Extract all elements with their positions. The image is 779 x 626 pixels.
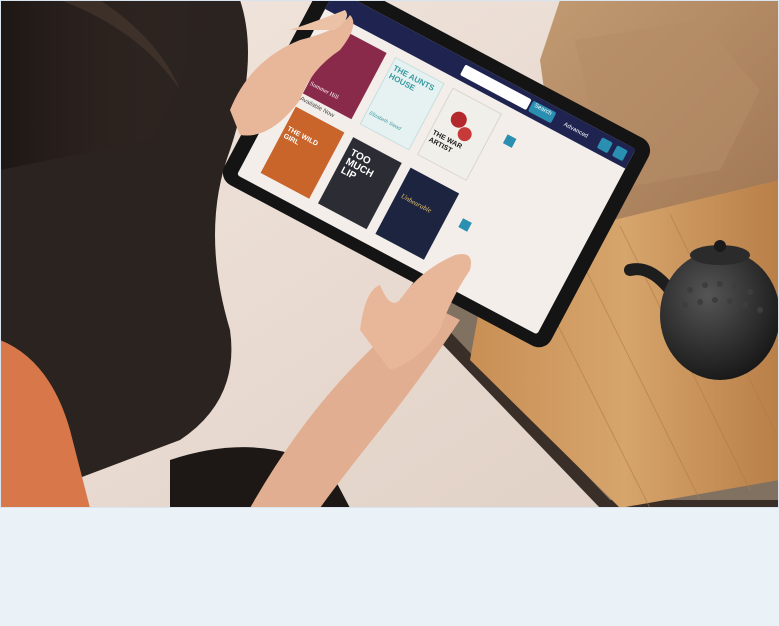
photo-illustration [0, 0, 779, 509]
photo-scene: Search Advanced Available Now Summer Hil… [0, 0, 779, 509]
